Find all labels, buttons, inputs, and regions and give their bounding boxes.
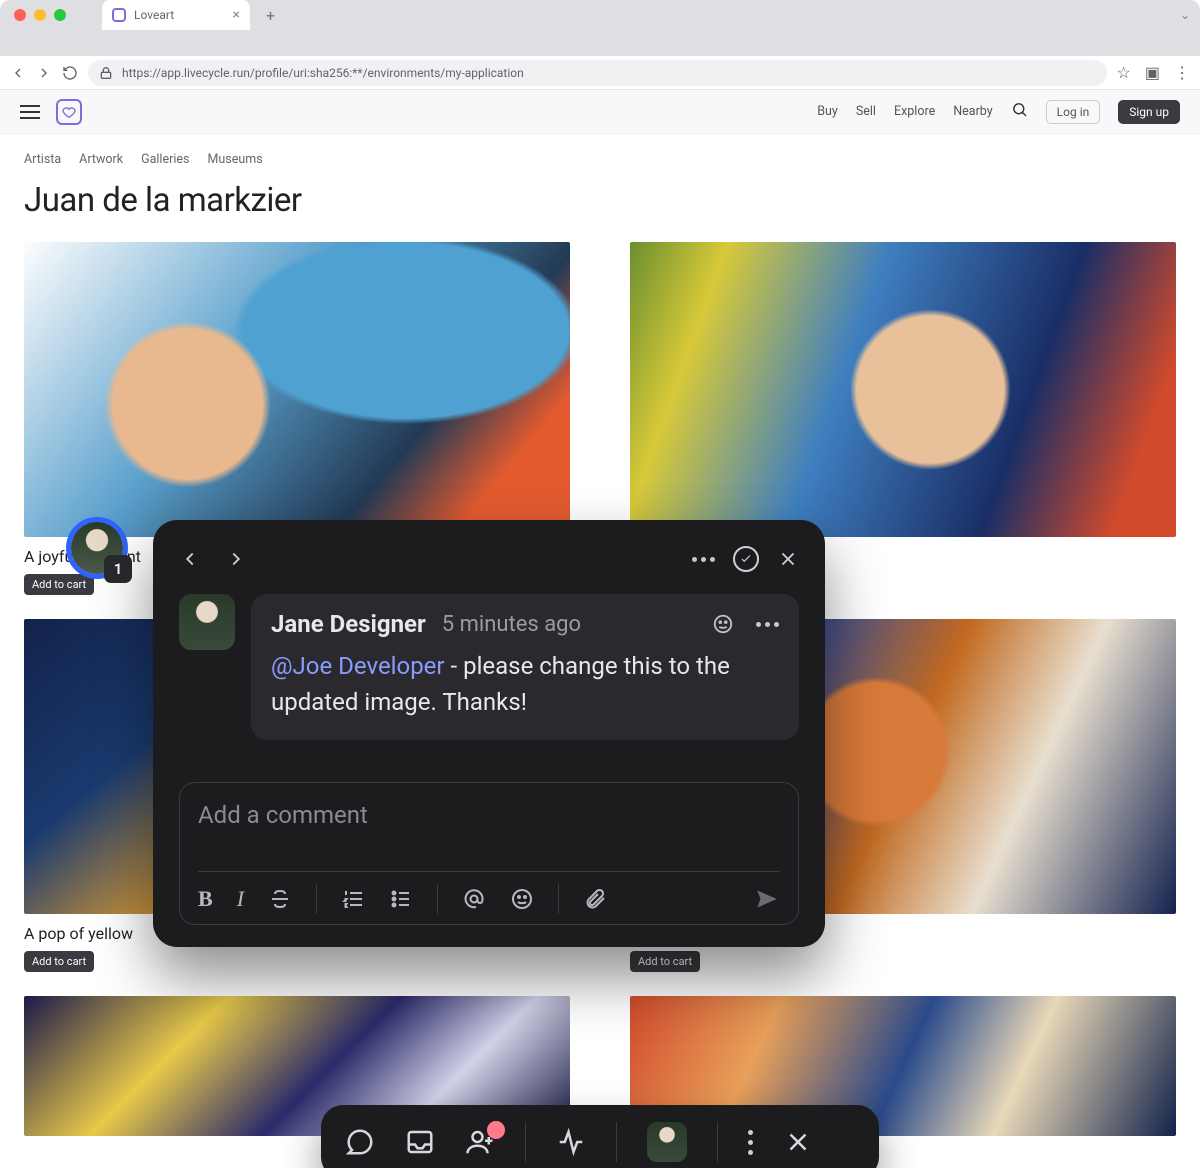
window-controls (10, 9, 66, 21)
app-header: Buy Sell Explore Nearby Log in Sign up (0, 90, 1200, 134)
bullet-list-button[interactable] (389, 887, 413, 911)
page-title: Juan de la markzier (24, 181, 1176, 220)
close-window[interactable] (14, 9, 26, 21)
bold-button[interactable]: B (198, 886, 213, 912)
app-logo[interactable] (56, 99, 82, 125)
signup-button[interactable]: Sign up (1118, 100, 1180, 124)
search-icon[interactable] (1011, 101, 1028, 122)
comment-body: @Joe Developer - please change this to t… (271, 648, 779, 720)
attach-button[interactable] (583, 887, 607, 911)
minimize-window[interactable] (34, 9, 46, 21)
bookmark-icon[interactable]: ☆ (1117, 63, 1131, 82)
crumb-artista[interactable]: Artista (24, 152, 61, 167)
artwork-image[interactable] (24, 242, 570, 537)
tab-close-icon[interactable]: × (233, 7, 240, 23)
current-user-avatar[interactable] (647, 1122, 687, 1162)
mention-button[interactable] (462, 887, 486, 911)
comment-count-badge: 1 (104, 555, 132, 583)
back-button[interactable] (10, 65, 26, 81)
strikethrough-button[interactable] (268, 887, 292, 911)
avatar (179, 594, 235, 650)
tabs-dropdown-icon[interactable]: ⌄ (1180, 8, 1190, 22)
login-button[interactable]: Log in (1046, 100, 1101, 124)
send-button[interactable] (754, 886, 780, 912)
prev-comment-button[interactable] (179, 548, 201, 570)
browser-menu-icon[interactable]: ⋮ (1174, 63, 1190, 82)
crumb-museums[interactable]: Museums (207, 152, 262, 167)
comment-pin[interactable]: 1 (66, 517, 128, 579)
panel-icon[interactable]: ▣ (1145, 63, 1160, 82)
ordered-list-button[interactable] (341, 887, 365, 911)
page-content: Artista Artwork Galleries Museums Juan d… (0, 134, 1200, 1154)
emoji-button[interactable] (510, 887, 534, 911)
browser-toolbar: https://app.livecycle.run/profile/uri:sh… (0, 56, 1200, 90)
comment-mode-button[interactable] (345, 1127, 375, 1157)
react-button[interactable] (712, 613, 734, 635)
address-bar[interactable]: https://app.livecycle.run/profile/uri:sh… (88, 60, 1107, 86)
reload-button[interactable] (62, 65, 78, 81)
invite-button[interactable] (465, 1127, 495, 1157)
more-options-icon[interactable] (692, 557, 715, 562)
nav-nearby[interactable]: Nearby (953, 104, 992, 119)
toolbar-menu-icon[interactable] (748, 1130, 753, 1155)
close-toolbar-button[interactable] (783, 1127, 813, 1157)
italic-button[interactable]: I (237, 886, 244, 912)
menu-button[interactable] (20, 105, 40, 119)
tab-title: Loveart (134, 8, 174, 22)
add-to-cart-button[interactable]: Add to cart (630, 951, 700, 972)
maximize-window[interactable] (54, 9, 66, 21)
breadcrumb: Artista Artwork Galleries Museums (24, 152, 1176, 167)
crumb-galleries[interactable]: Galleries (141, 152, 189, 167)
nav-sell[interactable]: Sell (856, 104, 876, 119)
lock-icon (98, 65, 114, 81)
add-to-cart-button[interactable]: Add to cart (24, 951, 94, 972)
artwork-image[interactable] (630, 242, 1176, 537)
resolve-button[interactable] (733, 546, 759, 572)
activity-button[interactable] (556, 1127, 586, 1157)
nav-explore[interactable]: Explore (894, 104, 935, 119)
comment-menu-icon[interactable] (756, 622, 779, 627)
nav-buy[interactable]: Buy (817, 104, 838, 119)
comment-panel: Jane Designer 5 minutes ago @Joe Develop… (153, 520, 825, 947)
inbox-button[interactable] (405, 1127, 435, 1157)
comment-input[interactable]: Add a comment (198, 801, 780, 861)
mention[interactable]: @Joe Developer (271, 652, 445, 680)
browser-tab[interactable]: Loveart × (102, 0, 250, 30)
close-panel-button[interactable] (777, 548, 799, 570)
crumb-artwork[interactable]: Artwork (79, 152, 123, 167)
notification-badge (487, 1121, 505, 1139)
url-text: https://app.livecycle.run/profile/uri:sh… (122, 66, 524, 80)
comment-item: Jane Designer 5 minutes ago @Joe Develop… (179, 594, 799, 740)
comment-composer: Add a comment B I (179, 782, 799, 925)
comment-author: Jane Designer (271, 610, 426, 638)
collaboration-toolbar (321, 1105, 879, 1168)
forward-button[interactable] (36, 65, 52, 81)
browser-chrome: Loveart × + ⌄ (0, 0, 1200, 56)
favicon-icon (112, 8, 126, 22)
new-tab-button[interactable]: + (266, 6, 275, 25)
next-comment-button[interactable] (225, 548, 247, 570)
comment-time: 5 minutes ago (442, 612, 581, 637)
